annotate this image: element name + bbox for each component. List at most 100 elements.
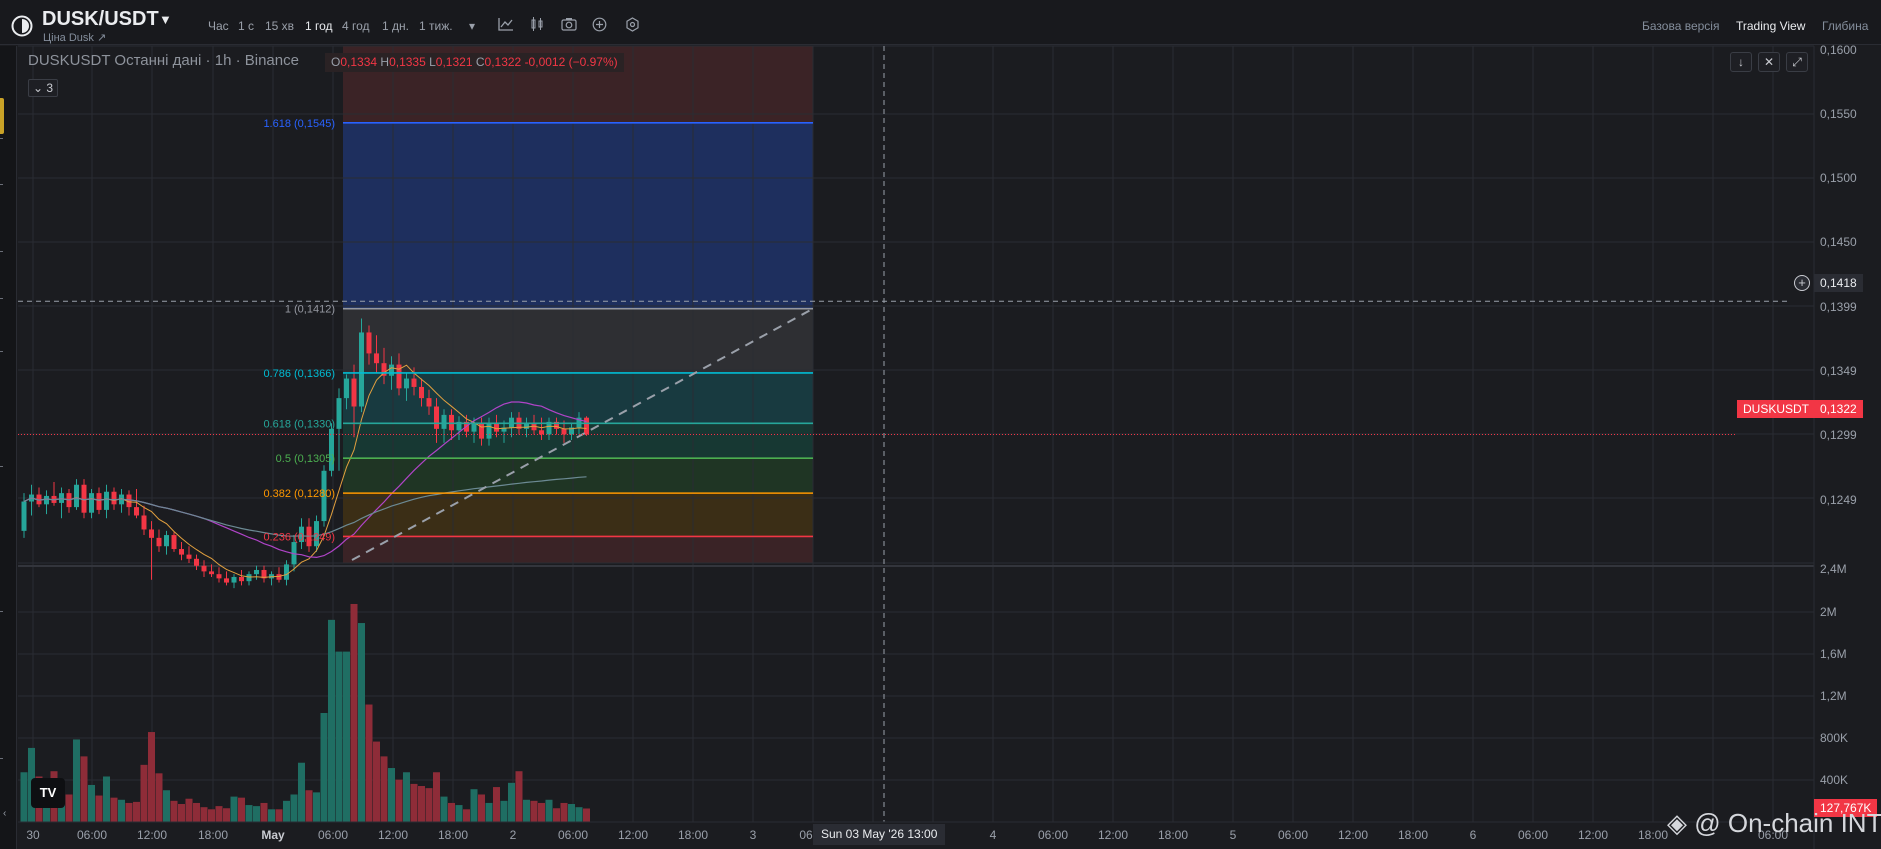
time-axis-label: 18:00 <box>1158 828 1188 842</box>
last-price-tag: 0,1322 <box>1814 400 1863 418</box>
price-axis-label: 0,1299 <box>1820 428 1857 442</box>
volume-bar <box>170 800 178 822</box>
time-axis-label: 12:00 <box>137 828 167 842</box>
fib-label-0.382: 0.382 (0,1280) <box>263 488 335 500</box>
volume-bar <box>403 772 410 822</box>
time-axis-label: 30 <box>26 828 40 842</box>
volume-bar <box>530 800 538 822</box>
volume-bar <box>313 792 320 822</box>
volume-bar <box>373 741 380 822</box>
candle-body <box>539 430 544 435</box>
fullscreen-button[interactable]: ⤢ <box>1786 52 1808 72</box>
chart-canvas[interactable]: 1.618 (0,1545) 1 (0,1412) 0.786 (0,1366) 0.… <box>0 0 1881 849</box>
ohlc-high-label: H <box>380 55 390 69</box>
crosshair-add-alert-icon[interactable]: + <box>1794 275 1810 291</box>
time-axis-label: 06:00 <box>77 828 107 842</box>
binance-diamond-icon: ◈ <box>1667 808 1687 838</box>
time-axis-label: 06:00 <box>558 828 588 842</box>
volume-axis-label: 400K <box>1820 773 1848 787</box>
candle-body <box>74 484 79 508</box>
collapse-button[interactable]: ✕ <box>1758 52 1780 72</box>
volume-bar <box>560 802 568 822</box>
volume-bar <box>343 651 350 822</box>
candle-body <box>471 423 477 432</box>
candle-body <box>351 378 357 407</box>
candle-body <box>419 386 424 399</box>
volume-bar <box>95 795 103 822</box>
ohlc-low: 0,1321 <box>435 55 473 69</box>
volume-bar <box>148 732 155 822</box>
candle-body <box>344 378 349 399</box>
time-axis-label: 18:00 <box>438 828 468 842</box>
volume-bar <box>493 787 500 822</box>
fib-label-0.236: 0.236 (0,1249) <box>263 531 335 543</box>
volume-bar <box>155 773 163 822</box>
price-axis-label: 0,1249 <box>1820 493 1857 507</box>
time-axis-label: May <box>261 828 285 842</box>
ohlc-high: 0,1335 <box>389 55 426 69</box>
volume-bar <box>523 799 530 822</box>
candle-body <box>179 549 184 555</box>
volume-bar <box>118 799 125 822</box>
candle-body <box>246 574 252 582</box>
volume-bar <box>125 802 133 822</box>
volume-bar <box>80 756 88 822</box>
volume-bar <box>275 809 283 822</box>
indicators-toggle-button[interactable]: ⌄ 3 <box>28 79 58 97</box>
last-symbol-tag: DUSKUSDT <box>1737 400 1816 418</box>
volume-axis-label: 1,2M <box>1820 689 1847 703</box>
candle-body <box>216 574 222 579</box>
volume-bar <box>500 800 508 822</box>
time-axis-label: 12:00 <box>1098 828 1128 842</box>
scroll-to-latest-button[interactable]: ↓ <box>1730 52 1752 72</box>
volume-bar <box>140 764 148 822</box>
ohlc-close: 0,1322 <box>484 55 522 69</box>
time-axis-label: 06 <box>799 828 813 842</box>
candle-body <box>254 569 259 575</box>
indicator-count: 3 <box>46 81 54 95</box>
volume-bar <box>88 784 95 822</box>
candle-body <box>149 529 154 538</box>
ohlc-readout: O0,1334 H0,1335 L0,1321 C0,1322 -0,0012 … <box>325 53 624 72</box>
volume-bar <box>418 786 425 822</box>
fib-label-1.618: 1.618 (0,1545) <box>263 118 335 130</box>
crosshair-price-tag: 0,1418 <box>1814 274 1863 292</box>
candle-body <box>209 571 214 575</box>
time-axis-label: 06:00 <box>318 828 348 842</box>
candle-body <box>164 535 169 547</box>
fib-label-0.786: 0.786 (0,1366) <box>263 368 335 380</box>
candle-body <box>441 414 447 429</box>
ohlc-open: 0,1334 <box>340 55 378 69</box>
watermark: ◈ @ On-chain INT <box>1667 808 1881 839</box>
fib-label-0.5: 0.5 (0,1305) <box>276 453 335 465</box>
volume-bar <box>200 807 208 822</box>
volume-bar <box>103 776 110 822</box>
fib-zone-0.236 <box>343 536 813 563</box>
candle-body <box>156 537 162 547</box>
price-axis-label: 0,1500 <box>1820 171 1857 185</box>
ohlc-open-label: O <box>331 55 341 69</box>
volume-bar <box>185 798 193 822</box>
volume-axis-label: 2,4M <box>1820 562 1847 576</box>
candle-body <box>239 576 244 582</box>
price-axis-label: 0,1349 <box>1820 364 1857 378</box>
candle-body <box>186 554 192 559</box>
candle-body <box>44 495 49 505</box>
candle-body <box>104 491 109 510</box>
volume-bar <box>395 779 403 822</box>
volume-bar <box>245 805 253 822</box>
time-axis-label: 06:00 <box>1278 828 1308 842</box>
volume-bar <box>223 808 230 822</box>
volume-bar <box>298 762 305 822</box>
price-axis-label: 0,1450 <box>1820 235 1857 249</box>
volume-bar <box>305 790 313 822</box>
volume-bar <box>260 802 268 822</box>
tradingview-logo[interactable]: TV <box>31 778 65 808</box>
candle-body <box>389 364 394 376</box>
volume-bar <box>208 809 215 822</box>
fib-zone-1 <box>343 308 813 373</box>
crosshair-date-tag: Sun 03 May '26 13:00 <box>813 824 946 845</box>
time-axis-label: 4 <box>990 828 997 842</box>
volume-bar <box>178 804 185 822</box>
time-axis-label: 12:00 <box>1338 828 1368 842</box>
